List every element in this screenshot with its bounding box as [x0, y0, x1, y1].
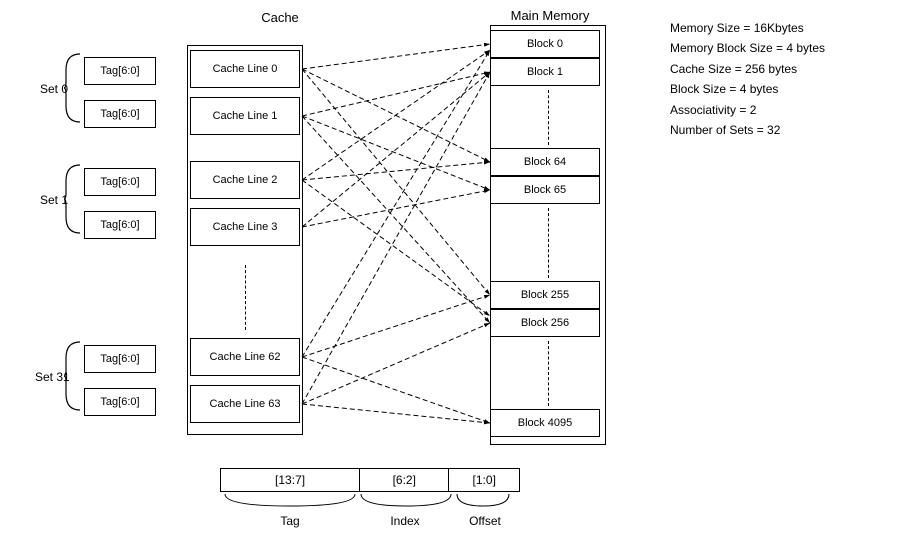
addr-labels-container: Tag Index Offset [220, 514, 520, 528]
addr-fields-container: [13:7] [6:2] [1:0] [220, 468, 520, 492]
address-format-section: [13:7] [6:2] [1:0] Tag Index Offset [200, 468, 540, 528]
tag-box-set1-1: Tag[6:0] [84, 211, 156, 239]
addr-label-tag: Tag [220, 514, 360, 528]
tag-box-set1-0: Tag[6:0] [84, 168, 156, 196]
addr-braces-svg [220, 492, 520, 514]
info-memory-block-size: Memory Block Size = 4 bytes [670, 38, 825, 58]
cache-outer-border [187, 45, 303, 435]
tag-box-set31-0: Tag[6:0] [84, 345, 156, 373]
set0-label: Set 0 [40, 82, 68, 96]
info-associativity: Associativity = 2 [670, 100, 825, 120]
mem-block-4095: Block 4095 [490, 409, 600, 437]
info-num-sets: Number of Sets = 32 [670, 120, 825, 140]
main-container: Cache Main Memory Set 0 Tag[6:0] Tag[6:0… [0, 0, 904, 546]
mem-block-0: Block 0 [490, 30, 600, 58]
tag-box-set0-1: Tag[6:0] [84, 100, 156, 128]
mem-gap1 [548, 90, 549, 145]
addr-label-offset: Offset [450, 514, 520, 528]
mem-block-256: Block 256 [490, 309, 600, 337]
info-memory-size: Memory Size = 16Kbytes [670, 18, 825, 38]
info-block-size: Block Size = 4 bytes [670, 79, 825, 99]
set31-label: Set 31 [35, 370, 70, 384]
mem-gap2 [548, 208, 549, 278]
info-panel: Memory Size = 16Kbytes Memory Block Size… [670, 18, 825, 140]
mem-gap3 [548, 341, 549, 406]
set1-label: Set 1 [40, 193, 68, 207]
addr-label-index: Index [360, 514, 450, 528]
mem-block-64: Block 64 [490, 148, 600, 176]
addr-field-index: [6:2] [360, 469, 449, 491]
mem-block-255: Block 255 [490, 281, 600, 309]
tag-box-set0-0: Tag[6:0] [84, 57, 156, 85]
cache-label: Cache [220, 10, 340, 25]
mem-block-65: Block 65 [490, 176, 600, 204]
addr-field-offset: [1:0] [449, 469, 519, 491]
info-cache-size: Cache Size = 256 bytes [670, 59, 825, 79]
main-memory-label: Main Memory [490, 8, 610, 23]
addr-field-tag: [13:7] [221, 469, 360, 491]
tag-box-set31-1: Tag[6:0] [84, 388, 156, 416]
mem-block-1: Block 1 [490, 58, 600, 86]
